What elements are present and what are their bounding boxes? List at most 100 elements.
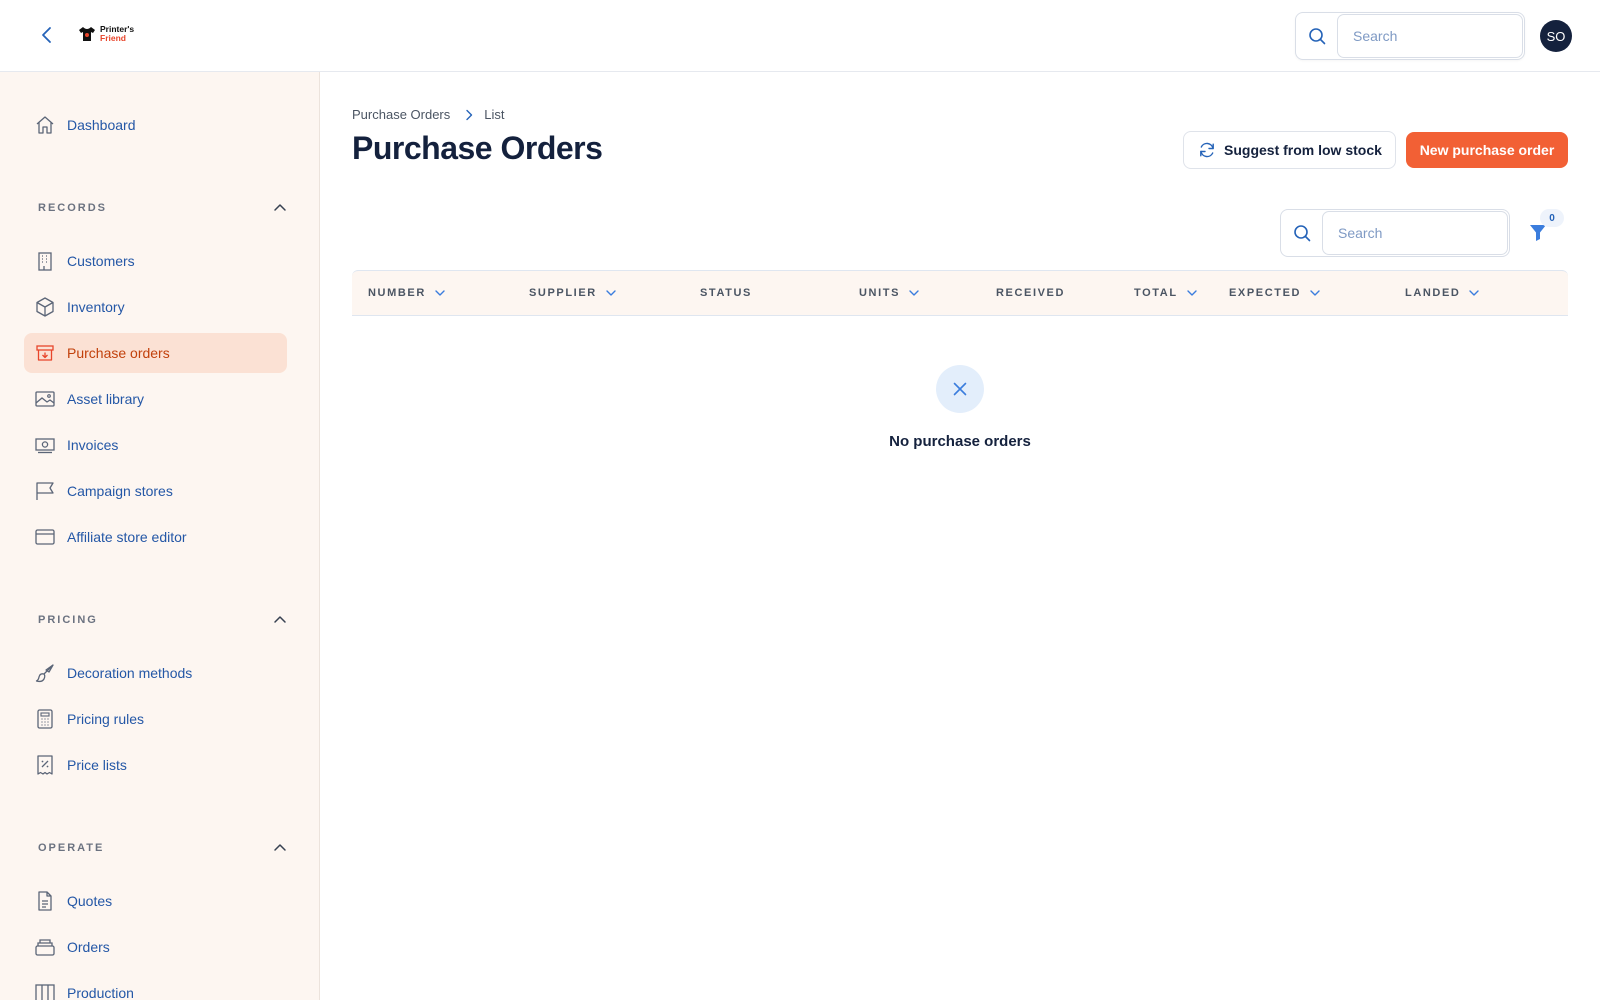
sidebar-item-label: Asset library	[67, 391, 145, 407]
column-label: RECEIVED	[996, 287, 1066, 299]
chevron-right-icon	[464, 109, 474, 121]
section-label-records: RECORDS	[38, 202, 108, 214]
column-header-landed[interactable]: LANDED	[1405, 271, 1480, 315]
sidebar-item-dashboard[interactable]: Dashboard	[24, 105, 287, 145]
breadcrumb-root-link[interactable]: Purchase Orders	[352, 107, 450, 122]
x-icon	[936, 365, 984, 413]
main-content: Purchase Orders List Purchase Orders Sug…	[320, 72, 1600, 1000]
tshirt-logo-icon	[79, 27, 95, 41]
tray-stack-icon	[33, 935, 57, 959]
browser-window-icon	[33, 525, 57, 549]
image-icon	[33, 387, 57, 411]
box-icon	[33, 295, 57, 319]
archive-down-icon	[33, 341, 57, 365]
column-header-expected[interactable]: EXPECTED	[1229, 271, 1321, 315]
sidebar-item-label: Orders	[67, 939, 110, 955]
top-bar: Printer's Friend SO	[0, 0, 1600, 72]
chevron-left-icon	[42, 27, 51, 43]
sidebar-item-asset-library[interactable]: Asset library	[24, 379, 287, 419]
chevron-down-icon[interactable]	[605, 287, 617, 299]
column-header-received: RECEIVED	[996, 271, 1065, 315]
sidebar-item-label: Purchase orders	[67, 345, 170, 361]
flag-icon	[33, 479, 57, 503]
refresh-icon	[1198, 141, 1216, 159]
receipt-percent-icon	[33, 753, 57, 777]
sidebar-item-label: Campaign stores	[67, 483, 173, 499]
chevron-down-icon[interactable]	[908, 287, 920, 299]
column-label: TOTAL	[1134, 287, 1178, 299]
search-icon	[1296, 13, 1337, 59]
global-search-input[interactable]	[1337, 14, 1523, 58]
column-label: LANDED	[1405, 287, 1461, 299]
sidebar-item-inventory[interactable]: Inventory	[24, 287, 287, 327]
table-search	[1280, 209, 1510, 257]
chevron-down-icon[interactable]	[1309, 287, 1321, 299]
column-label: NUMBER	[368, 287, 426, 299]
sidebar: Dashboard RECORDS Customers Inventory Pu…	[0, 72, 320, 1000]
sidebar-item-pricing-rules[interactable]: Pricing rules	[24, 699, 287, 739]
section-label-pricing: PRICING	[38, 614, 98, 626]
section-label-operate: OPERATE	[38, 842, 105, 854]
sidebar-item-label: Invoices	[67, 437, 119, 453]
building-icon	[33, 249, 57, 273]
sidebar-item-label: Affiliate store editor	[67, 529, 187, 545]
sidebar-item-customers[interactable]: Customers	[24, 241, 287, 281]
table-search-input[interactable]	[1322, 211, 1508, 255]
sidebar-item-purchase-orders[interactable]: Purchase orders	[24, 333, 287, 373]
sidebar-item-campaign-stores[interactable]: Campaign stores	[24, 471, 287, 511]
sidebar-item-label: Customers	[67, 253, 135, 269]
column-header-supplier[interactable]: SUPPLIER	[529, 271, 617, 315]
banknote-icon	[33, 433, 57, 457]
sidebar-item-label: Inventory	[67, 299, 125, 315]
sidebar-item-price-lists[interactable]: Price lists	[24, 745, 287, 785]
table-header: NUMBER SUPPLIER STATUS UNITS RECEIVED TO…	[352, 270, 1568, 316]
home-icon	[33, 113, 57, 137]
sidebar-item-quotes[interactable]: Quotes	[24, 881, 287, 921]
brand-name: Printer's Friend	[100, 25, 134, 43]
columns-icon	[33, 981, 57, 1000]
column-header-units[interactable]: UNITS	[859, 271, 920, 315]
sidebar-item-label: Production	[67, 985, 134, 1000]
brand-logo[interactable]: Printer's Friend	[78, 25, 134, 43]
user-avatar[interactable]: SO	[1540, 20, 1572, 52]
sidebar-item-decoration-methods[interactable]: Decoration methods	[24, 653, 287, 693]
brand-line-2: Friend	[100, 33, 126, 43]
chevron-down-icon[interactable]	[434, 287, 446, 299]
empty-state-message: No purchase orders	[889, 433, 1031, 450]
sidebar-item-affiliate-store-editor[interactable]: Affiliate store editor	[24, 517, 287, 557]
column-label: EXPECTED	[1229, 287, 1302, 299]
column-label: SUPPLIER	[529, 287, 597, 299]
column-header-number[interactable]: NUMBER	[368, 271, 446, 315]
sidebar-item-invoices[interactable]: Invoices	[24, 425, 287, 465]
new-purchase-order-button[interactable]: New purchase order	[1406, 132, 1568, 168]
search-icon	[1281, 210, 1322, 256]
chevron-up-icon[interactable]	[272, 200, 288, 216]
sidebar-item-label: Pricing rules	[67, 711, 145, 727]
page-title: Purchase Orders	[352, 130, 603, 166]
chevron-up-icon[interactable]	[272, 612, 288, 628]
column-label: STATUS	[700, 287, 752, 299]
back-button[interactable]	[36, 24, 58, 46]
sidebar-item-label: Quotes	[67, 893, 113, 909]
chevron-up-icon[interactable]	[272, 840, 288, 856]
sidebar-item-label: Decoration methods	[67, 665, 193, 681]
section-operate: OPERATE	[38, 838, 288, 858]
calculator-icon	[33, 707, 57, 731]
document-icon	[33, 889, 57, 913]
section-pricing: PRICING	[38, 610, 288, 630]
chevron-down-icon[interactable]	[1186, 287, 1198, 299]
sidebar-item-label: Dashboard	[67, 117, 136, 133]
suggest-button-label: Suggest from low stock	[1224, 142, 1382, 158]
sidebar-item-orders[interactable]: Orders	[24, 927, 287, 967]
global-search	[1295, 12, 1525, 60]
section-records: RECORDS	[38, 198, 288, 218]
sidebar-item-production[interactable]: Production	[24, 973, 287, 1000]
brush-icon	[33, 661, 57, 685]
sidebar-item-label: Price lists	[67, 757, 127, 773]
suggest-from-low-stock-button[interactable]: Suggest from low stock	[1183, 131, 1396, 169]
column-label: UNITS	[859, 287, 900, 299]
chevron-down-icon[interactable]	[1468, 287, 1480, 299]
column-header-status: STATUS	[700, 271, 752, 315]
column-header-total[interactable]: TOTAL	[1134, 271, 1198, 315]
filter-count-badge: 0	[1540, 209, 1564, 227]
